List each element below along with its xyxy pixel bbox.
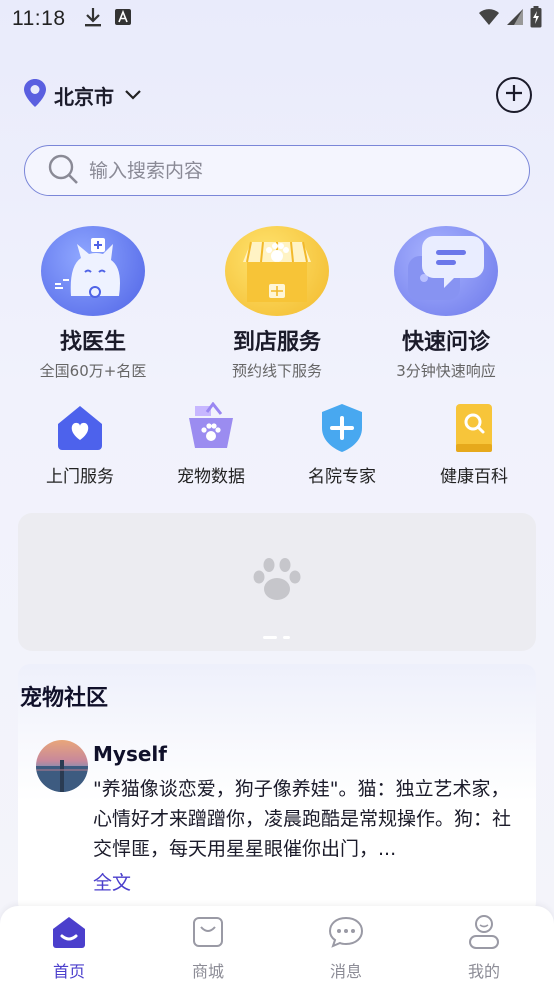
nav-label: 我的 — [467, 962, 500, 981]
city-selector[interactable]: 北京市 — [54, 81, 114, 110]
bottom-navigation: 首页 商城 消息 我的 — [0, 906, 554, 984]
chat-bubble-icon — [394, 226, 498, 316]
chevron-down-icon[interactable] — [124, 86, 142, 105]
location-row: 北京市 — [22, 76, 532, 114]
download-icon — [84, 6, 102, 33]
post-text: "养猫像谈恋爱，狗子像养娃"。猫：独立艺术家，心情好才来蹭蹭你，凌晨跑酷是常规操… — [93, 778, 512, 860]
location-pin-icon[interactable] — [22, 78, 48, 112]
nav-messages[interactable]: 消息 — [296, 912, 396, 982]
service-label: 名院专家 — [308, 467, 376, 487]
nav-shop[interactable]: 商城 — [158, 912, 258, 982]
home-heart-icon — [52, 400, 108, 456]
banner-pagination — [263, 636, 290, 639]
nav-home[interactable]: 首页 — [19, 912, 119, 982]
service-subtitle: 3分钟快速响应 — [396, 362, 496, 380]
shield-plus-icon — [314, 400, 370, 456]
pagination-dot — [283, 636, 290, 639]
read-more-link[interactable]: 全文 — [93, 868, 131, 895]
signal-icon — [506, 7, 524, 31]
paw-placeholder-icon — [250, 557, 304, 607]
wifi-icon — [478, 7, 500, 31]
add-button[interactable] — [496, 77, 532, 113]
pet-community-section: 宠物社区 Myself "养猫像谈恋爱，狗子像养娃"。猫：独立艺术家，心情好才来… — [18, 664, 536, 914]
service-label: 宠物数据 — [177, 467, 245, 487]
service-pet-data[interactable]: 宠物数据 — [151, 400, 271, 487]
service-find-doctor[interactable]: 找医生 全国60万+名医 — [3, 222, 183, 381]
message-icon — [326, 912, 366, 952]
shopping-bag-icon — [188, 912, 228, 952]
post-username[interactable]: Myself — [93, 742, 167, 766]
service-title: 到店服务 — [232, 330, 321, 355]
app-notification-icon — [114, 7, 132, 31]
profile-icon — [464, 912, 504, 952]
pet-store-icon — [225, 226, 329, 316]
service-health-wiki[interactable]: 健康百科 — [414, 400, 534, 487]
secondary-services: 上门服务 宠物数据 名院专家 健康百科 — [0, 400, 554, 500]
service-title: 快速问诊 — [401, 330, 490, 355]
search-input[interactable] — [89, 159, 489, 182]
nav-label: 商城 — [191, 962, 224, 981]
search-icon — [47, 153, 79, 189]
battery-icon — [530, 5, 542, 33]
nav-label: 消息 — [329, 962, 362, 981]
status-bar: 11:18 — [0, 0, 554, 38]
avatar[interactable] — [36, 740, 88, 792]
doctor-cat-icon — [41, 226, 145, 316]
pagination-dot-active — [263, 636, 277, 639]
primary-services: 找医生 全国60万+名医 到店服务 预约线下服务 快速问诊 3分钟快速响应 — [0, 222, 554, 382]
service-subtitle: 全国60万+名医 — [39, 362, 147, 380]
plus-icon — [505, 84, 523, 106]
pet-basket-icon — [183, 400, 239, 456]
search-bar[interactable] — [24, 145, 530, 196]
home-icon — [49, 912, 89, 952]
service-title: 找医生 — [59, 330, 126, 355]
service-subtitle: 预约线下服务 — [231, 362, 322, 380]
section-heading: 宠物社区 — [20, 686, 109, 711]
service-top-hospitals[interactable]: 名院专家 — [282, 400, 402, 487]
service-quick-consult[interactable]: 快速问诊 3分钟快速响应 — [356, 222, 536, 381]
service-store-visit[interactable]: 到店服务 预约线下服务 — [187, 222, 367, 381]
service-label: 健康百科 — [440, 467, 508, 487]
service-label: 上门服务 — [46, 467, 114, 487]
nav-profile[interactable]: 我的 — [434, 912, 534, 982]
nav-label: 首页 — [52, 962, 85, 981]
book-search-icon — [446, 400, 502, 456]
promo-banner[interactable] — [18, 513, 536, 651]
service-home-visit[interactable]: 上门服务 — [20, 400, 140, 487]
status-time: 11:18 — [12, 7, 66, 30]
